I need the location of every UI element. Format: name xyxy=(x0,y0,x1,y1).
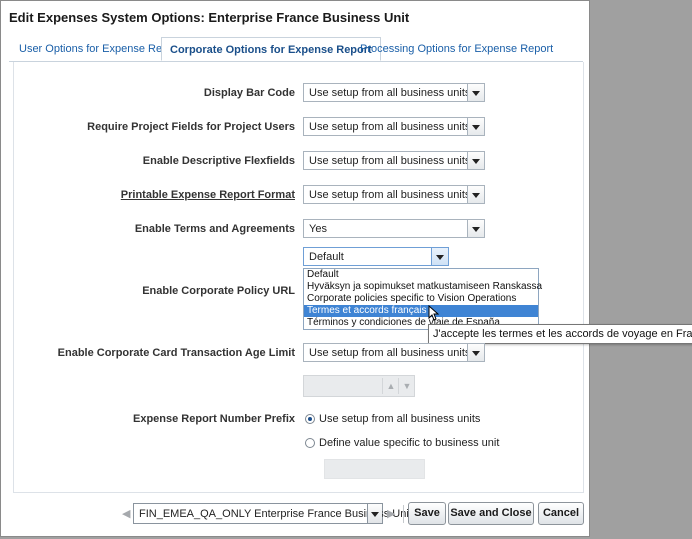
prefix-radio-label: Use setup from all business units xyxy=(319,413,481,425)
descriptive-flexfields-value: Use setup from all business units xyxy=(309,155,471,167)
card-age-limit-select[interactable]: Use setup from all business units xyxy=(303,343,485,362)
require-project-fields-value: Use setup from all business units xyxy=(309,121,471,133)
display-bar-code-value: Use setup from all business units xyxy=(309,87,471,99)
prefix-radio-define-value[interactable]: Define value specific to business unit xyxy=(305,437,499,449)
chevron-down-icon: ▼ xyxy=(398,378,415,394)
edit-options-dialog: Edit Expenses System Options: Enterprise… xyxy=(0,0,692,537)
display-bar-code-label: Display Bar Code xyxy=(203,87,295,99)
corporate-policy-url-list: Default Hyväksyn ja sopimukset matkustam… xyxy=(303,268,542,330)
printable-format-value: Use setup from all business units xyxy=(309,189,471,201)
policy-tooltip: J'accepte les termes et les accords de v… xyxy=(428,324,692,344)
footer-separator xyxy=(403,505,404,523)
business-unit-select[interactable]: FIN_EMEA_QA_ONLY Enterprise France Busin… xyxy=(133,503,412,524)
chevron-down-icon[interactable] xyxy=(467,344,484,361)
prefix-radio-use-setup[interactable]: Use setup from all business units xyxy=(305,413,480,425)
card-age-limit-value: Use setup from all business units xyxy=(309,347,471,359)
radio-selected-icon[interactable] xyxy=(305,414,315,424)
chevron-down-icon[interactable] xyxy=(367,504,382,523)
descriptive-flexfields-select[interactable]: Use setup from all business units xyxy=(303,151,485,170)
save-and-close-button[interactable]: Save and Close xyxy=(448,502,534,525)
chevron-up-icon: ▲ xyxy=(382,378,399,394)
printable-format-label[interactable]: Printable Expense Report Format xyxy=(121,189,295,201)
chevron-down-icon[interactable] xyxy=(467,220,484,237)
dropdown-option[interactable]: Default xyxy=(304,269,538,281)
next-icon[interactable]: ▶ xyxy=(387,507,395,520)
radio-unselected-icon[interactable] xyxy=(305,438,315,448)
mouse-cursor-icon xyxy=(428,305,439,321)
save-button[interactable]: Save xyxy=(408,502,446,525)
corporate-policy-url-label: Enable Corporate Policy URL xyxy=(142,285,295,297)
display-bar-code-select[interactable]: Use setup from all business units xyxy=(303,83,485,102)
enable-terms-select[interactable]: Yes xyxy=(303,219,485,238)
require-project-fields-select[interactable]: Use setup from all business units xyxy=(303,117,485,136)
printable-format-select[interactable]: Use setup from all business units xyxy=(303,185,485,204)
enable-terms-value: Yes xyxy=(309,223,327,235)
age-limit-spinner: ▲ ▼ xyxy=(303,375,415,397)
chevron-down-icon[interactable] xyxy=(467,118,484,135)
prefix-value-field xyxy=(324,459,425,479)
chevron-down-icon[interactable] xyxy=(467,186,484,203)
previous-icon[interactable]: ◀ xyxy=(122,507,130,520)
require-project-fields-label: Require Project Fields for Project Users xyxy=(87,121,295,133)
dropdown-option[interactable]: Hyväksyn ja sopimukset matkustamiseen Ra… xyxy=(304,281,542,293)
corporate-policy-url-value: Default xyxy=(309,251,344,263)
descriptive-flexfields-label: Enable Descriptive Flexfields xyxy=(142,155,295,167)
tab-corporate-options[interactable]: Corporate Options for Expense Report xyxy=(161,37,381,61)
card-age-limit-label: Enable Corporate Card Transaction Age Li… xyxy=(57,347,295,359)
tab-bar: User Options for Expense Report Corporat… xyxy=(9,37,583,62)
enable-terms-label: Enable Terms and Agreements xyxy=(134,223,295,235)
chevron-down-icon[interactable] xyxy=(467,84,484,101)
cancel-button[interactable]: Cancel xyxy=(538,502,584,525)
tab-processing-options[interactable]: Processing Options for Expense Report xyxy=(352,37,561,61)
chevron-down-icon[interactable] xyxy=(431,248,448,265)
dropdown-option[interactable]: Corporate policies specific to Vision Op… xyxy=(304,293,538,305)
chevron-down-icon[interactable] xyxy=(467,152,484,169)
corporate-policy-url-select[interactable]: Default xyxy=(303,247,449,266)
dialog-title: Edit Expenses System Options: Enterprise… xyxy=(9,10,410,25)
number-prefix-label: Expense Report Number Prefix xyxy=(133,413,295,425)
dropdown-option-highlighted[interactable]: Termes et accords français xyxy=(304,305,538,317)
prefix-radio-label: Define value specific to business unit xyxy=(319,437,500,449)
